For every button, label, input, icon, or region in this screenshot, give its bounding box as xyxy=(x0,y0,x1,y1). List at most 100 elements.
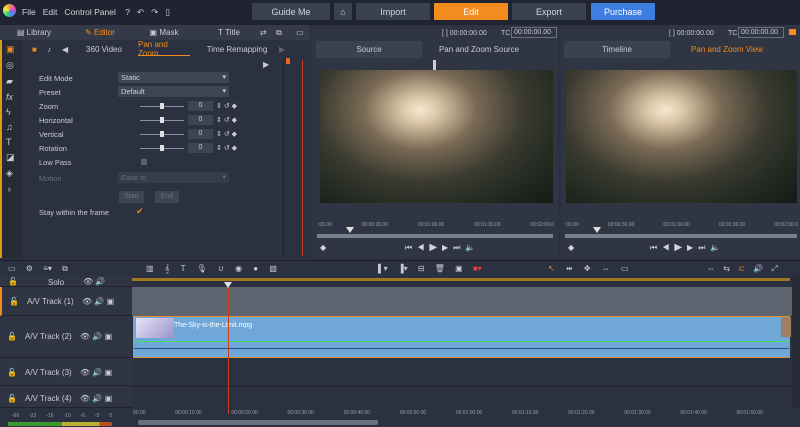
stepper-icon[interactable]: ⇕ xyxy=(216,117,222,124)
volume-icon[interactable]: 🔈 xyxy=(710,243,725,252)
start-button[interactable]: Start xyxy=(119,191,144,203)
keyframe-playhead[interactable] xyxy=(302,60,303,256)
marker-in-icon[interactable]: ▌▾ xyxy=(378,264,388,273)
preset-select[interactable]: Default xyxy=(118,86,229,97)
reset-icon[interactable]: ↺ xyxy=(224,131,230,138)
menu-edit[interactable]: Edit xyxy=(43,7,58,17)
select-tool-icon[interactable]: ↖ xyxy=(548,264,555,273)
go-end-icon[interactable]: ⏭ xyxy=(453,243,465,252)
title-icon[interactable]: T xyxy=(181,264,186,273)
stepper-icon[interactable]: ⇕ xyxy=(216,145,222,152)
redo-icon[interactable]: ↷ xyxy=(151,7,158,17)
keyframe-icon[interactable]: ◆ xyxy=(232,103,237,110)
title-icon[interactable]: T xyxy=(6,137,15,147)
scroll-right-icon[interactable]: ▶ xyxy=(279,45,285,54)
visibility-icons[interactable]: 👁 🔊 ▣ xyxy=(80,332,112,341)
timeline-work-bar[interactable] xyxy=(132,278,790,281)
track-name[interactable]: A/V Track (2) xyxy=(25,332,72,341)
reset-icon[interactable]: ↺ xyxy=(224,103,230,110)
track-header-4[interactable]: 🔓 A/V Track (4) 👁 🔊 ▣ xyxy=(0,386,132,408)
track-header-1[interactable]: 🔓 A/V Track (1) 👁 🔊 ▣ xyxy=(0,287,132,316)
lightning-icon[interactable]: ϟ xyxy=(6,107,15,117)
layout-icon[interactable]: ▭ xyxy=(296,28,304,37)
tab-library[interactable]: ▤ Library xyxy=(14,26,54,39)
source-scrubber[interactable] xyxy=(317,234,553,238)
track-name[interactable]: A/V Track (3) xyxy=(25,368,72,377)
help-icon[interactable]: ? xyxy=(125,7,130,17)
source-timecode[interactable]: 00:00:00.00 xyxy=(511,27,557,38)
tab-editor[interactable]: ✎ Editor xyxy=(80,26,120,39)
source-add-keyframe-icon[interactable]: ◆ xyxy=(320,243,326,252)
timeline-playhead-head[interactable] xyxy=(224,282,232,288)
zoom-fit-icon[interactable]: ⤢ xyxy=(771,264,777,273)
copy-icon[interactable]: ⧉ xyxy=(62,264,68,273)
video-icon[interactable]: ■ xyxy=(32,45,37,54)
lock-icon[interactable]: 🔓 xyxy=(8,277,18,286)
folder-icon[interactable]: ▰ xyxy=(6,76,15,87)
fx-icon[interactable]: fx xyxy=(6,92,15,102)
tab-time-remapping[interactable]: Time Remapping xyxy=(205,43,269,56)
tab-pan-zoom-view[interactable]: Pan and Zoom View xyxy=(672,41,782,58)
audio-icon[interactable]: ♪ xyxy=(47,45,51,54)
step-back-icon[interactable]: ◀ xyxy=(662,243,674,252)
step-back-icon[interactable]: ◀ xyxy=(417,243,429,252)
settings-icon[interactable]: ⚙ xyxy=(26,264,33,273)
keyframe-marker[interactable] xyxy=(286,58,290,64)
delete-icon[interactable]: 🗑 xyxy=(435,264,445,273)
go-start-icon[interactable]: ⏮ xyxy=(650,243,662,252)
horizontal-slider-handle[interactable] xyxy=(160,117,164,123)
track-name[interactable]: A/V Track (4) xyxy=(25,394,72,403)
snapshot-icon[interactable]: ▣ xyxy=(455,264,463,273)
purchase-button[interactable]: Purchase xyxy=(591,3,655,20)
tab-source[interactable]: Source xyxy=(316,41,422,58)
vertical-value[interactable]: 0 xyxy=(188,129,213,139)
vertical-slider-handle[interactable] xyxy=(160,131,164,137)
menu-control-panel[interactable]: Control Panel xyxy=(64,7,116,17)
export-button[interactable]: Export xyxy=(512,3,586,20)
play-icon[interactable]: ▶ xyxy=(429,242,442,253)
audio-scrub-icon[interactable]: 🔊 xyxy=(753,264,763,273)
stepper-icon[interactable]: ⇕ xyxy=(216,131,222,138)
eye-icon[interactable]: 👁 xyxy=(83,277,93,286)
stay-within-frame-checkbox[interactable]: ✔ xyxy=(136,206,144,217)
layers-icon[interactable]: ◈ xyxy=(6,168,15,179)
timeline-h-scrollbar[interactable] xyxy=(138,420,378,425)
popout-icon[interactable]: ⧉ xyxy=(276,28,282,38)
link-icon[interactable]: ⇔ xyxy=(707,264,715,273)
rotation-value[interactable]: 0 xyxy=(188,143,213,153)
rotation-slider-handle[interactable] xyxy=(160,145,164,151)
music-icon[interactable]: ♫ xyxy=(6,122,15,132)
lock-icon[interactable]: 🔓 xyxy=(7,332,17,341)
source-playhead[interactable] xyxy=(346,227,354,233)
pan-zoom-icon[interactable]: ▣ xyxy=(6,44,15,55)
step-forward-icon[interactable]: ▶ xyxy=(442,243,453,252)
keyframe-icon[interactable]: ◆ xyxy=(232,145,237,152)
view-timecode[interactable]: 00:00:00.00 xyxy=(738,27,784,38)
go-end-icon[interactable]: ⏭ xyxy=(698,243,710,252)
undo-icon[interactable]: ↶ xyxy=(137,7,144,17)
home-button[interactable]: ⌂ xyxy=(334,3,352,20)
visibility-icons[interactable]: 👁 🔊 ▣ xyxy=(80,368,112,377)
slip-icon[interactable]: ✥ xyxy=(584,264,591,273)
dual-view-icon[interactable] xyxy=(789,29,796,35)
zoom-slider-handle[interactable] xyxy=(160,103,164,109)
horizontal-value[interactable]: 0 xyxy=(188,115,213,125)
view-add-keyframe-icon[interactable]: ◆ xyxy=(568,243,574,252)
lock-icon[interactable]: 🔓 xyxy=(7,394,17,403)
magnet-icon[interactable]: ⊂ xyxy=(738,264,745,273)
link2-icon[interactable]: ⇆ xyxy=(723,264,730,273)
tab-pan-and-zoom[interactable]: Pan and Zoom xyxy=(138,40,190,58)
motion-track-icon[interactable]: ● xyxy=(253,264,258,273)
tab-mask[interactable]: ▣ Mask xyxy=(148,26,180,39)
visibility-icons[interactable]: 👁 🔊 ▣ xyxy=(80,394,112,403)
lock-icon[interactable]: 🔓 xyxy=(9,297,19,306)
reset-icon[interactable]: ↺ xyxy=(224,145,230,152)
track-header-2[interactable]: 🔓 A/V Track (2) 👁 🔊 ▣ xyxy=(0,316,132,358)
tab-title[interactable]: T Title xyxy=(215,26,243,39)
step-forward-icon[interactable]: ▶ xyxy=(687,243,698,252)
scroll-left-icon[interactable]: ◀ xyxy=(62,45,68,54)
subtitle-icon[interactable]: ▨ xyxy=(269,264,277,273)
transform-icon[interactable]: ◪ xyxy=(6,152,15,163)
volume-icon[interactable]: 🔈 xyxy=(465,243,480,252)
document-icon[interactable]: ▯ xyxy=(165,7,170,17)
